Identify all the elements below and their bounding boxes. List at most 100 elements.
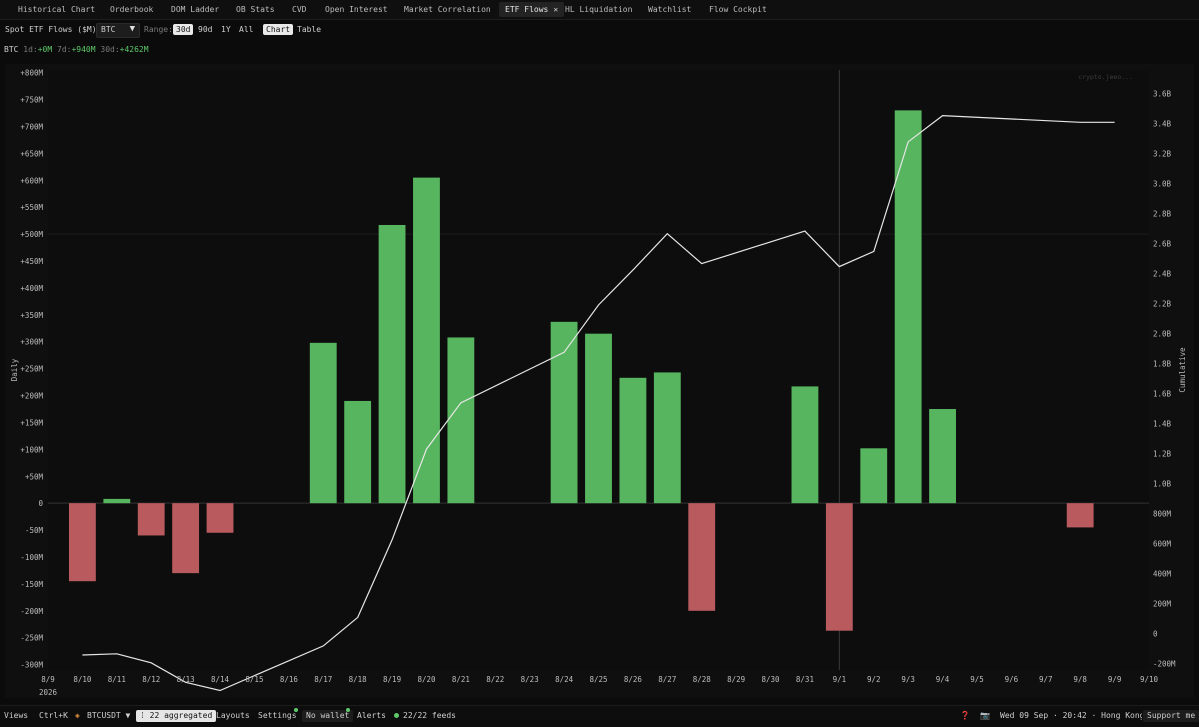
wallet-button[interactable]: No wallet	[302, 710, 354, 722]
x-tick-label: 8/31	[796, 675, 814, 684]
stats-asset: BTC	[4, 45, 19, 54]
tab-historical-chart[interactable]: Historical Chart	[12, 2, 101, 17]
asset-select[interactable]: BTC ▼	[96, 23, 140, 38]
y2-tick-label: 1.0B	[1153, 479, 1172, 488]
feeds-label: 22/22 feeds	[403, 711, 456, 720]
tab-cvd[interactable]: CVD	[286, 2, 312, 17]
x-tick-label: 8/14	[211, 675, 230, 684]
x-tick-label: 9/2	[867, 675, 881, 684]
bar	[206, 503, 234, 533]
y2-tick-label: 3.2B	[1153, 149, 1172, 158]
x-tick-label: 8/25	[589, 675, 607, 684]
x-tick-label: 8/17	[314, 675, 332, 684]
wallet-notification-dot	[346, 708, 350, 712]
y2-tick-label: 400M	[1153, 569, 1172, 578]
y-tick-label: +200M	[20, 392, 43, 401]
bar	[103, 498, 131, 504]
layouts-button[interactable]: Layouts	[214, 710, 252, 722]
y-tick-label: +650M	[20, 149, 43, 158]
y2-tick-label: 600M	[1153, 539, 1172, 548]
tab-dom-ladder[interactable]: DOM Ladder	[165, 2, 225, 17]
x-tick-label: 9/1	[833, 675, 847, 684]
y2-tick-label: 0	[1153, 629, 1158, 638]
camera-icon[interactable]: 📷	[978, 710, 992, 722]
settings-button[interactable]: Settings	[256, 710, 299, 722]
y2-tick-label: 1.2B	[1153, 449, 1172, 458]
tab-ob-stats[interactable]: OB Stats	[230, 2, 281, 17]
command-shortcut[interactable]: Ctrl+K	[37, 710, 70, 722]
range-1y[interactable]: 1Y	[218, 24, 234, 35]
tab-market-correlation[interactable]: Market Correlation	[398, 2, 497, 17]
x-tick-label: 8/24	[555, 675, 574, 684]
range-30d[interactable]: 30d	[173, 24, 194, 35]
bar	[378, 224, 406, 504]
x-tick-label: 8/18	[349, 675, 368, 684]
range-90d[interactable]: 90d	[195, 24, 215, 35]
watermark: crypto.jeeo...	[1078, 73, 1133, 81]
x-tick-label: 8/16	[280, 675, 299, 684]
close-icon[interactable]: ✕	[553, 5, 558, 14]
range-label: Range:	[144, 25, 173, 34]
y-tick-label: -200M	[20, 607, 43, 616]
tab-flow-cockpit[interactable]: Flow Cockpit	[703, 2, 773, 17]
tab-label: Market Correlation	[404, 5, 491, 14]
y-tick-label: 0	[38, 499, 43, 508]
bar	[929, 409, 956, 504]
bar	[1066, 503, 1094, 528]
x-tick-label: 9/3	[901, 675, 915, 684]
x-tick-label: 8/26	[624, 675, 643, 684]
y2-tick-label: 2.4B	[1153, 269, 1172, 278]
x-tick-label: 9/10	[1140, 675, 1159, 684]
bar	[791, 386, 819, 504]
alerts-button[interactable]: Alerts	[355, 710, 388, 722]
x-tick-label: 8/21	[452, 675, 470, 684]
x-tick-label: 9/5	[970, 675, 984, 684]
y-tick-label: +600M	[20, 176, 43, 185]
bar	[619, 377, 647, 504]
asset-select-value: BTC	[101, 25, 116, 34]
symbol-label: BTCUSDT	[87, 711, 121, 720]
y-tick-label: +750M	[20, 96, 43, 105]
tab-label: Flow Cockpit	[709, 5, 767, 14]
tab-bar: Historical Chart Orderbook DOM Ladder OB St…	[0, 0, 1199, 20]
y2-tick-label: 3.4B	[1153, 119, 1172, 128]
bar	[688, 503, 716, 611]
tab-watchlist[interactable]: Watchlist	[642, 2, 697, 17]
x-tick-label: 8/27	[658, 675, 676, 684]
tab-orderbook[interactable]: Orderbook	[104, 2, 159, 17]
tab-label: HL Liquidation	[565, 5, 633, 14]
y-tick-label: +550M	[20, 203, 43, 212]
help-icon[interactable]: ❓	[958, 710, 972, 722]
aggregated-badge[interactable]: ⁞ 22 aggregated	[136, 710, 217, 722]
y-tick-label: -250M	[20, 634, 43, 643]
symbol-selector[interactable]: BTCUSDT ▼	[85, 710, 132, 722]
stats-7d-value: +940M	[71, 45, 96, 54]
y-tick-label: +300M	[20, 338, 43, 347]
support-button[interactable]: Support me	[1143, 710, 1199, 722]
tab-hl-liquidation[interactable]: HL Liquidation	[559, 2, 638, 17]
x-tick-label: 8/11	[108, 675, 126, 684]
bar	[585, 333, 612, 504]
y2-axis-title: Cumulative	[1178, 347, 1187, 393]
etf-flow-chart[interactable]: +800M +750M +700M +650M +600M +550M +500M +450M…	[5, 64, 1194, 698]
tab-label: DOM Ladder	[171, 5, 220, 14]
range-all[interactable]: All	[236, 24, 256, 35]
y2-tick-label: 3.6B	[1153, 89, 1172, 98]
x-tick-label: 8/12	[142, 675, 160, 684]
y-tick-label: -100M	[20, 553, 43, 562]
datetime-display: Wed 09 Sep · 20:42 · Hong Kong	[1000, 711, 1142, 720]
feeds-status[interactable]: 22/22 feeds	[392, 710, 458, 722]
tab-etf-flows[interactable]: ETF Flows ✕	[499, 2, 565, 17]
y-tick-label: +400M	[20, 284, 43, 293]
views-button[interactable]: Views	[2, 710, 30, 722]
view-table[interactable]: Table	[294, 24, 324, 35]
y2-tick-label: 200M	[1153, 599, 1172, 608]
flow-stats: BTC 1d:+0M 7d:+940M 30d:+4262M	[4, 45, 149, 54]
x-tick-label: 8/9	[41, 675, 55, 684]
aggregated-icon: ⁞	[140, 711, 145, 720]
stats-30d-value: +4262M	[119, 45, 149, 54]
y2-tick-label: 3.0B	[1153, 179, 1172, 188]
y-tick-label: +100M	[20, 445, 43, 454]
view-chart[interactable]: Chart	[263, 24, 294, 35]
tab-open-interest[interactable]: Open Interest	[319, 2, 394, 17]
